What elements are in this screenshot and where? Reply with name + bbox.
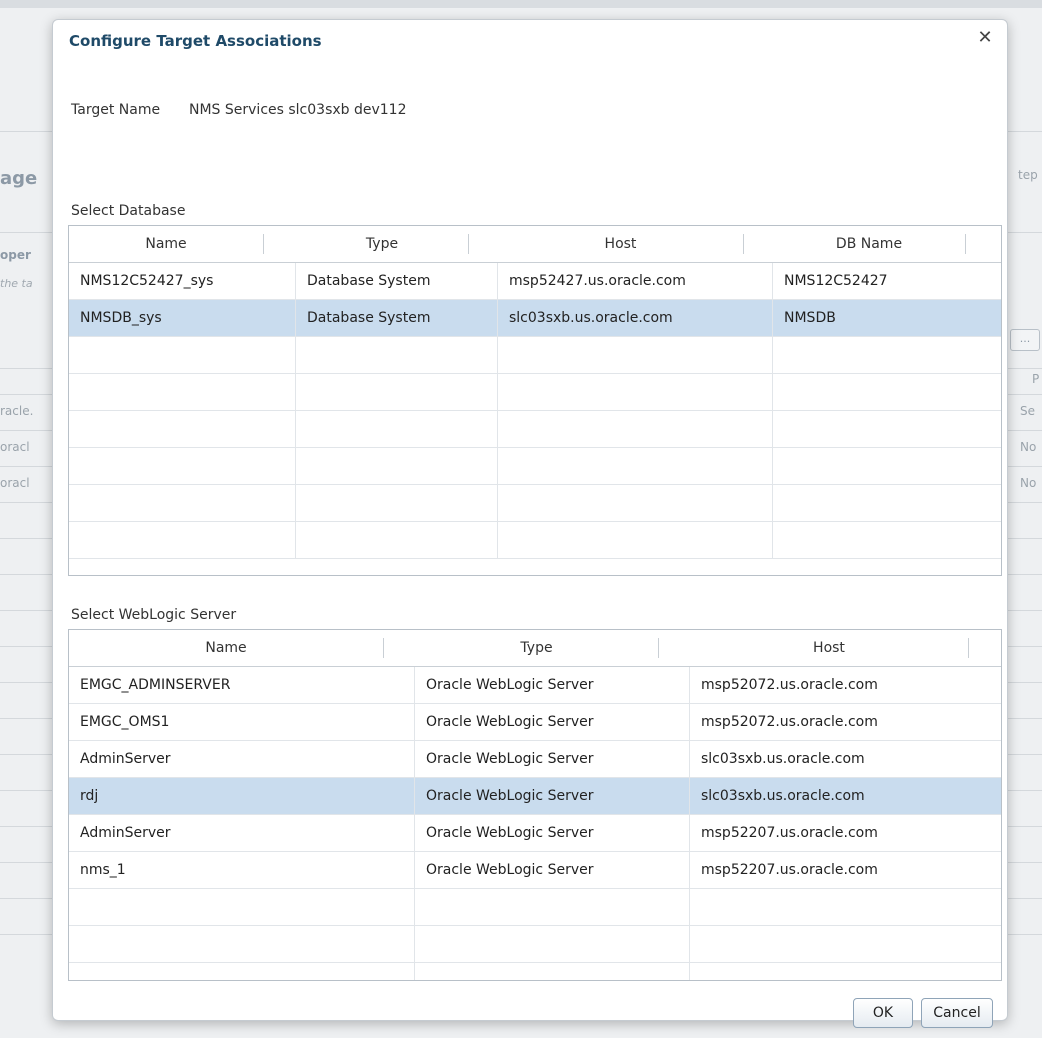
- table-row[interactable]: EMGC_OMS1 Oracle WebLogic Server msp52072.…: [69, 704, 1001, 741]
- table-cell-type: Oracle WebLogic Server: [426, 751, 594, 767]
- table-cell-name: EMGC_OMS1: [80, 714, 170, 730]
- column-resize-handle[interactable]: [968, 638, 969, 658]
- table-cell-name: EMGC_ADMINSERVER: [80, 677, 231, 693]
- table-row-selected[interactable]: rdj Oracle WebLogic Server slc03sxb.us.ora…: [69, 778, 1001, 815]
- column-resize-handle[interactable]: [263, 234, 264, 254]
- column-divider: [689, 667, 690, 980]
- background-row-text: Se: [1020, 404, 1035, 418]
- table-cell-db-name: NMS12C52427: [784, 273, 888, 289]
- column-resize-handle[interactable]: [658, 638, 659, 658]
- column-header-host[interactable]: Host: [690, 630, 968, 666]
- table-cell-type: Oracle WebLogic Server: [426, 862, 594, 878]
- empty-table-row: [69, 337, 1001, 374]
- weblogic-server-table: Name Type Host EMGC_ADMINSERVER Oracle We…: [68, 629, 1002, 981]
- background-heading: age: [0, 168, 38, 189]
- table-row-selected[interactable]: NMSDB_sys Database System slc03sxb.us.orac…: [69, 300, 1001, 337]
- column-divider: [295, 263, 296, 559]
- column-resize-handle[interactable]: [743, 234, 744, 254]
- empty-table-row: [69, 926, 1001, 963]
- table-cell-name: AdminServer: [80, 751, 171, 767]
- table-cell-type: Oracle WebLogic Server: [426, 714, 594, 730]
- background-row-text: No: [1020, 476, 1037, 490]
- background-subheading: oper: [0, 248, 31, 262]
- background-row-text: oracl: [0, 476, 30, 490]
- table-cell-type: Database System: [307, 310, 431, 326]
- column-header-db-name[interactable]: DB Name: [773, 226, 965, 262]
- table-cell-name: nms_1: [80, 862, 126, 878]
- table-cell-host: msp52427.us.oracle.com: [509, 273, 686, 289]
- table-cell-host: msp52072.us.oracle.com: [701, 677, 878, 693]
- table-cell-host: msp52207.us.oracle.com: [701, 862, 878, 878]
- table-row[interactable]: AdminServer Oracle WebLogic Server slc03sx…: [69, 741, 1001, 778]
- empty-table-row: [69, 522, 1001, 559]
- empty-table-row: [69, 448, 1001, 485]
- table-cell-host: slc03sxb.us.oracle.com: [509, 310, 673, 326]
- column-divider: [772, 263, 773, 559]
- close-icon[interactable]: ✕: [973, 26, 997, 50]
- table-cell-host: msp52207.us.oracle.com: [701, 825, 878, 841]
- table-row[interactable]: AdminServer Oracle WebLogic Server msp5220…: [69, 815, 1001, 852]
- background-row-text: No: [1020, 440, 1037, 454]
- background-row-text: oracl: [0, 440, 30, 454]
- empty-table-row: [69, 963, 1001, 980]
- background-row-text: P: [1032, 372, 1040, 386]
- database-table: Name Type Host DB Name NMS12C52427_sys Da…: [68, 225, 1002, 576]
- table-cell-type: Oracle WebLogic Server: [426, 677, 594, 693]
- target-name-value: NMS Services slc03sxb dev112: [189, 102, 407, 118]
- background-right-text: tep: [1018, 168, 1038, 182]
- select-weblogic-server-label: Select WebLogic Server: [71, 607, 237, 623]
- table-cell-name: NMSDB_sys: [80, 310, 162, 326]
- configure-target-associations-dialog: Configure Target Associations ✕ Target N…: [52, 19, 1008, 1028]
- table-cell-host: slc03sxb.us.oracle.com: [701, 751, 865, 767]
- column-header-name[interactable]: Name: [69, 226, 263, 262]
- dialog-title: Configure Target Associations: [69, 32, 322, 50]
- table-cell-db-name: NMSDB: [784, 310, 836, 326]
- background-top-bar: [0, 0, 1042, 8]
- column-resize-handle[interactable]: [383, 638, 384, 658]
- table-cell-name: rdj: [80, 788, 99, 804]
- table-cell-host: slc03sxb.us.oracle.com: [701, 788, 865, 804]
- table-cell-type: Oracle WebLogic Server: [426, 825, 594, 841]
- column-header-host[interactable]: Host: [498, 226, 743, 262]
- column-header-type[interactable]: Type: [415, 630, 658, 666]
- table-cell-name: NMS12C52427_sys: [80, 273, 214, 289]
- weblogic-table-header: Name Type Host: [69, 630, 1001, 667]
- table-cell-type: Database System: [307, 273, 431, 289]
- column-header-name[interactable]: Name: [69, 630, 383, 666]
- table-row[interactable]: nms_1 Oracle WebLogic Server msp52207.us.o…: [69, 852, 1001, 889]
- column-divider: [414, 667, 415, 980]
- select-database-label: Select Database: [71, 203, 186, 219]
- background-row-text: racle.: [0, 404, 34, 418]
- empty-table-row: [69, 411, 1001, 448]
- empty-table-row: [69, 485, 1001, 522]
- table-cell-host: msp52072.us.oracle.com: [701, 714, 878, 730]
- database-table-header: Name Type Host DB Name: [69, 226, 1001, 263]
- table-cell-type: Oracle WebLogic Server: [426, 788, 594, 804]
- target-name-label: Target Name: [71, 102, 161, 118]
- table-row[interactable]: NMS12C52427_sys Database System msp52427.u…: [69, 263, 1001, 300]
- empty-table-row: [69, 889, 1001, 926]
- column-resize-handle[interactable]: [965, 234, 966, 254]
- table-row[interactable]: EMGC_ADMINSERVER Oracle WebLogic Server ms…: [69, 667, 1001, 704]
- background-button: ...: [1010, 329, 1040, 351]
- ok-button[interactable]: OK: [853, 998, 913, 1028]
- cancel-button[interactable]: Cancel: [921, 998, 993, 1028]
- column-header-type[interactable]: Type: [296, 226, 468, 262]
- background-description: the ta: [0, 277, 33, 290]
- table-cell-name: AdminServer: [80, 825, 171, 841]
- column-divider: [497, 263, 498, 559]
- empty-table-row: [69, 374, 1001, 411]
- column-resize-handle[interactable]: [468, 234, 469, 254]
